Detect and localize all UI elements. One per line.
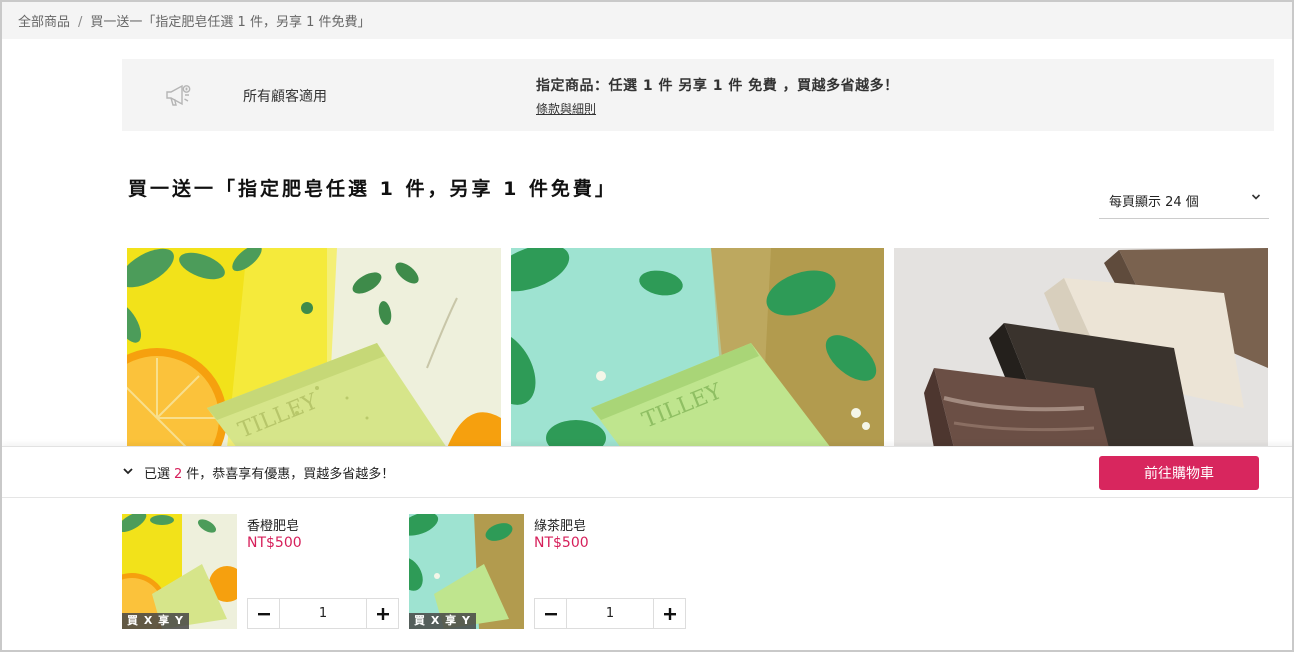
cart-item-name: 香橙肥皂 (247, 519, 300, 534)
cart-item-price: NT$500 (247, 535, 302, 551)
minus-icon (257, 612, 270, 615)
promo-badge: 買 X 享 Y (122, 613, 189, 629)
plus-icon (663, 607, 676, 620)
plus-icon (376, 607, 389, 620)
quantity-stepper: 1 (247, 598, 399, 629)
chevron-down-icon (1251, 194, 1261, 200)
go-to-cart-button[interactable]: 前往購物車 (1099, 456, 1259, 490)
cart-item: 買 X 享 Y 香橙肥皂 NT$500 1 (122, 514, 402, 634)
page-title: 買一送一「指定肥皂任選 1 件，另享 1 件免費」 (128, 178, 617, 200)
breadcrumb-current: 買一送一「指定肥皂任選 1 件，另享 1 件免費」 (90, 15, 371, 30)
increase-quantity-button[interactable] (653, 599, 685, 628)
cart-item-thumbnail: 買 X 享 Y (409, 514, 524, 629)
cart-item-thumbnail: 買 X 享 Y (122, 514, 237, 629)
quantity-input[interactable]: 1 (567, 599, 653, 628)
breadcrumb-separator: / (78, 15, 83, 30)
increase-quantity-button[interactable] (366, 599, 398, 628)
cart-item-name: 綠茶肥皂 (534, 519, 587, 534)
per-page-value: 每頁顯示 24 個 (1109, 195, 1199, 210)
quantity-stepper: 1 (534, 598, 686, 629)
chevron-down-icon[interactable] (122, 465, 134, 477)
selected-prefix: 已選 (144, 467, 171, 482)
selected-suffix: 件，恭喜享有優惠，買越多省越多！ (186, 467, 395, 482)
cart-item: 買 X 享 Y 綠茶肥皂 NT$500 1 (409, 514, 689, 634)
minus-icon (544, 612, 557, 615)
selected-count: 2 (174, 467, 183, 482)
megaphone-icon (166, 84, 191, 106)
promo-badge: 買 X 享 Y (409, 613, 476, 629)
quantity-input[interactable]: 1 (280, 599, 366, 628)
cart-item-price: NT$500 (534, 535, 589, 551)
promo-title: 指定商品：任選 1 件 另享 1 件 免費 ，買越多省越多！ (536, 78, 899, 94)
selected-summary: 已選 2 件，恭喜享有優惠，買越多省越多！ (144, 463, 394, 482)
promo-audience-label: 所有顧客適用 (243, 89, 327, 105)
decrease-quantity-button[interactable] (248, 599, 280, 628)
decrease-quantity-button[interactable] (535, 599, 567, 628)
product-image-stacked-soaps[interactable] (894, 248, 1268, 448)
per-page-select[interactable]: 每頁顯示 24 個 (1099, 182, 1269, 219)
breadcrumb: 全部商品 / 買一送一「指定肥皂任選 1 件，另享 1 件免費」 (2, 2, 1292, 39)
terms-link[interactable]: 條款與細則 (536, 100, 596, 117)
breadcrumb-root-link[interactable]: 全部商品 (18, 15, 70, 30)
panel-header: 已選 2 件，恭喜享有優惠，買越多省越多！ 前往購物車 (2, 447, 1292, 498)
promotion-banner: 所有顧客適用 指定商品：任選 1 件 另享 1 件 免費 ，買越多省越多！ 條款… (122, 59, 1274, 131)
product-image-orange-soap[interactable]: TILLEY (127, 248, 501, 448)
selected-items-panel: 已選 2 件，恭喜享有優惠，買越多省越多！ 前往購物車 買 X 享 Y 香橙肥皂 N… (2, 446, 1292, 650)
page-frame: 全部商品 / 買一送一「指定肥皂任選 1 件，另享 1 件免費」 所有顧客適用 指定… (0, 0, 1294, 652)
product-image-green-tea-soap[interactable]: TILLEY (511, 248, 884, 448)
